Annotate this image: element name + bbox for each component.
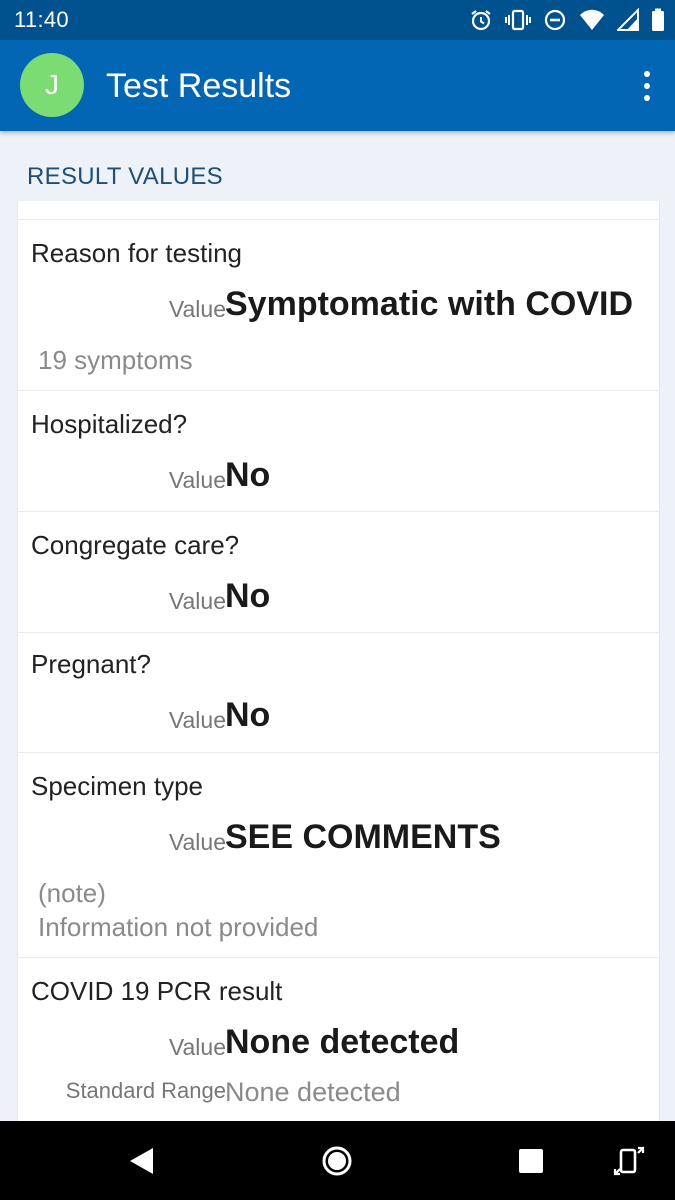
value-key: Value [168,1034,226,1060]
result-label: Pregnant? [31,649,151,679]
result-label: Specimen type [31,771,203,801]
result-value: None detected [225,1023,460,1061]
cell-signal-icon [617,8,639,32]
results-list[interactable]: Reason for testing Value Symptomatic wit… [17,201,660,1121]
battery-icon [651,8,665,32]
wifi-icon [579,8,605,32]
note-text: Information not provided [38,912,319,942]
section-title: RESULT VALUES [27,163,223,190]
result-row-reason: Reason for testing Value Symptomatic wit… [18,219,659,391]
result-value-continued: 19 symptoms [38,345,193,375]
note-title: (note) [38,878,106,908]
recents-icon[interactable] [513,1143,549,1179]
standard-range-value: None detected [225,1077,401,1107]
result-value: SEE COMMENTS [225,818,501,856]
standard-range-key: Standard Range [65,1078,226,1103]
do-not-disturb-icon [543,8,567,32]
result-row-covid-pcr: COVID 19 PCR result Value None detected … [18,957,659,1121]
result-row-congregate-care: Congregate care? Value No [18,511,659,632]
result-label: Hospitalized? [31,409,188,439]
value-key: Value [168,588,226,614]
section-header: RESULT VALUES [0,131,675,201]
result-value: No [225,577,271,615]
result-value: Symptomatic with COVID [225,285,634,323]
rotate-icon[interactable] [611,1143,647,1179]
alarm-icon [469,8,493,32]
avatar[interactable]: J [20,53,84,117]
result-value: No [225,696,271,734]
more-vert-icon [644,71,650,77]
page-title: Test Results [106,67,292,105]
result-row-specimen-type: Specimen type Value SEE COMMENTS (note) … [18,752,659,957]
result-row-hospitalized: Hospitalized? Value No [18,390,659,511]
status-time: 11:40 [14,7,69,32]
result-value: No [225,456,271,494]
vibrate-icon [505,8,531,32]
status-icons [457,6,665,34]
navigation-bar [0,1121,675,1200]
app-bar: J Test Results [0,40,675,131]
status-bar: 11:40 [0,0,675,40]
result-label: Congregate care? [31,530,240,560]
value-key: Value [168,829,226,855]
value-key: Value [168,707,226,733]
result-row-pregnant: Pregnant? Value No [18,632,659,753]
back-icon[interactable] [124,1143,160,1179]
result-label: COVID 19 PCR result [31,976,283,1006]
more-options-button[interactable] [641,66,653,106]
value-key: Value [168,467,226,493]
home-icon[interactable] [319,1143,355,1179]
value-key: Value [168,296,226,322]
result-label: Reason for testing [31,238,243,268]
